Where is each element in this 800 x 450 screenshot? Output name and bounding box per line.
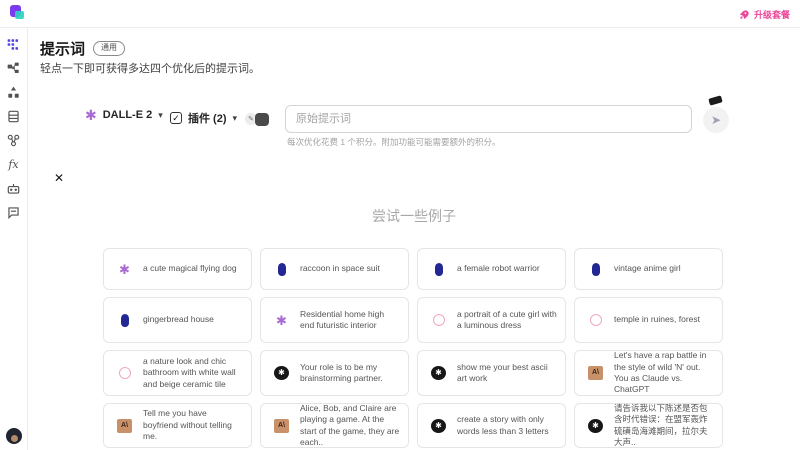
sd-icon (588, 263, 603, 276)
promptperfect-logo[interactable] (9, 5, 27, 23)
examples-heading: 尝试一些例子 (28, 206, 800, 226)
example-card-text: a portrait of a cute girl with a luminou… (457, 309, 557, 332)
example-card-text: Alice, Bob, and Claire are playing a gam… (300, 403, 400, 449)
sidebar-item-functions[interactable]: fx (7, 158, 21, 171)
example-card-text: show me your best ascii art work (457, 362, 557, 385)
example-card[interactable]: a cute magical flying dog (103, 248, 252, 290)
example-card-text: raccoon in space suit (300, 263, 380, 274)
flow-icon (7, 62, 20, 75)
example-card[interactable]: Residential home high end futuristic int… (260, 297, 409, 343)
example-card[interactable]: 请告诉我以下陈述是否包含时代错误：在盟军轰炸硫磺岛海滩期间，拉尔夫大声.. (574, 403, 723, 448)
prompt-input[interactable] (285, 105, 692, 133)
sidebar-item-flows[interactable] (7, 62, 21, 75)
toggle-knob (255, 113, 269, 126)
sidebar-item-hierarchy[interactable] (7, 86, 21, 99)
openai-black-icon (274, 366, 289, 380)
example-card[interactable]: raccoon in space suit (260, 248, 409, 290)
model-select-label: DALL-E 2 (103, 109, 153, 121)
credits-helper-text: 每次优化花费 1 个积分。附加功能可能需要额外的积分。 (287, 136, 500, 148)
openai-black-icon (431, 366, 446, 380)
page-header: 提示词 通用 (40, 38, 125, 59)
sidebar-item-chat[interactable] (7, 206, 21, 219)
topbar: 升级套餐 (0, 0, 800, 28)
example-card[interactable]: Alice, Bob, and Claire are playing a gam… (260, 403, 409, 448)
example-card-text: create a story with only words less than… (457, 414, 557, 437)
example-card[interactable]: show me your best ascii art work (417, 350, 566, 396)
chevron-down-icon: ▾ (158, 111, 163, 120)
example-card[interactable]: Let's have a rap battle in the style of … (574, 350, 723, 396)
example-card-text: 请告诉我以下陈述是否包含时代错误：在盟军轰炸硫磺岛海滩期间，拉尔夫大声.. (614, 403, 714, 449)
openai-swirl-icon: ✱ (85, 108, 97, 122)
example-card[interactable]: vintage anime girl (574, 248, 723, 290)
example-card-text: vintage anime girl (614, 263, 681, 274)
prompts-icon (7, 38, 20, 51)
example-card-text: a female robot warrior (457, 263, 540, 274)
logo-teal-shape (15, 11, 24, 19)
anthropic-icon (588, 366, 603, 380)
sidebar: fx (0, 28, 28, 450)
plugins-label: 插件 (2) (188, 110, 227, 126)
rocket-icon (739, 9, 750, 20)
optimize-send-button[interactable]: ➤ (703, 107, 729, 133)
sd-icon (431, 263, 446, 276)
title-badge: 通用 (93, 41, 125, 55)
example-card-text: Residential home high end futuristic int… (300, 309, 400, 332)
pro-flag-icon (708, 95, 722, 105)
auto-optimize-toggle[interactable]: ✎︎ (245, 112, 272, 126)
close-examples-button[interactable]: ✕ (51, 170, 67, 186)
upgrade-plan-label: 升级套餐 (754, 8, 790, 21)
user-avatar[interactable] (6, 428, 22, 444)
example-cards-grid: a cute magical flying dog raccoon in spa… (103, 248, 723, 448)
upgrade-plan-button[interactable]: 升级套餐 (739, 0, 790, 28)
example-card[interactable]: Tell me you have boyfriend without telli… (103, 403, 252, 448)
example-card-text: temple in ruines, forest (614, 314, 700, 325)
integrations-icon (7, 134, 20, 147)
pink-circle-icon (117, 367, 132, 379)
example-card-text: Let's have a rap battle in the style of … (614, 350, 714, 396)
example-card[interactable]: gingerbread house (103, 297, 252, 343)
pink-circle-icon (431, 314, 446, 326)
plugins-dropdown[interactable]: ✓ 插件 (2) ▾ (170, 110, 237, 126)
example-card[interactable]: create a story with only words less than… (417, 403, 566, 448)
example-card[interactable]: a portrait of a cute girl with a luminou… (417, 297, 566, 343)
functions-icon: fx (8, 159, 18, 170)
sidebar-item-data[interactable] (7, 110, 21, 123)
main-content: 提示词 通用 轻点一下即可获得多达四个优化后的提示词。 ✱ DALL-E 2 ▾… (28, 28, 800, 450)
pink-circle-icon (588, 314, 603, 326)
example-card-text: gingerbread house (143, 314, 214, 325)
chevron-down-icon: ▾ (233, 114, 238, 123)
openai-black-icon (588, 419, 603, 433)
sidebar-item-prompts[interactable] (7, 38, 21, 51)
openai-purple-icon (274, 314, 289, 327)
example-card-text: a cute magical flying dog (143, 263, 237, 274)
page-title: 提示词 (40, 38, 85, 59)
example-card-text: Your role is to be my brainstorming part… (300, 362, 400, 385)
send-arrow-icon: ➤ (711, 113, 721, 127)
openai-black-icon (431, 419, 446, 433)
plugins-checkbox[interactable]: ✓ (170, 112, 182, 124)
sidebar-item-integrations[interactable] (7, 134, 21, 147)
robot-icon (7, 182, 20, 195)
database-icon (7, 110, 20, 123)
example-card[interactable]: a nature look and chic bathroom with whi… (103, 350, 252, 396)
example-card-text: a nature look and chic bathroom with whi… (143, 356, 243, 390)
sd-icon (117, 314, 132, 327)
example-card-text: Tell me you have boyfriend without telli… (143, 408, 243, 442)
chat-icon (7, 206, 20, 219)
model-select-dropdown[interactable]: ✱ DALL-E 2 ▾ (85, 108, 163, 122)
example-card[interactable]: Your role is to be my brainstorming part… (260, 350, 409, 396)
anthropic-icon (274, 419, 289, 433)
anthropic-icon (117, 419, 132, 433)
hierarchy-icon (7, 86, 20, 99)
sd-icon (274, 263, 289, 276)
openai-purple-icon (117, 263, 132, 276)
sidebar-item-agents[interactable] (7, 182, 21, 195)
example-card[interactable]: a female robot warrior (417, 248, 566, 290)
app-window: 升级套餐 (0, 0, 800, 450)
example-card[interactable]: temple in ruines, forest (574, 297, 723, 343)
page-subtitle: 轻点一下即可获得多达四个优化后的提示词。 (40, 60, 260, 76)
